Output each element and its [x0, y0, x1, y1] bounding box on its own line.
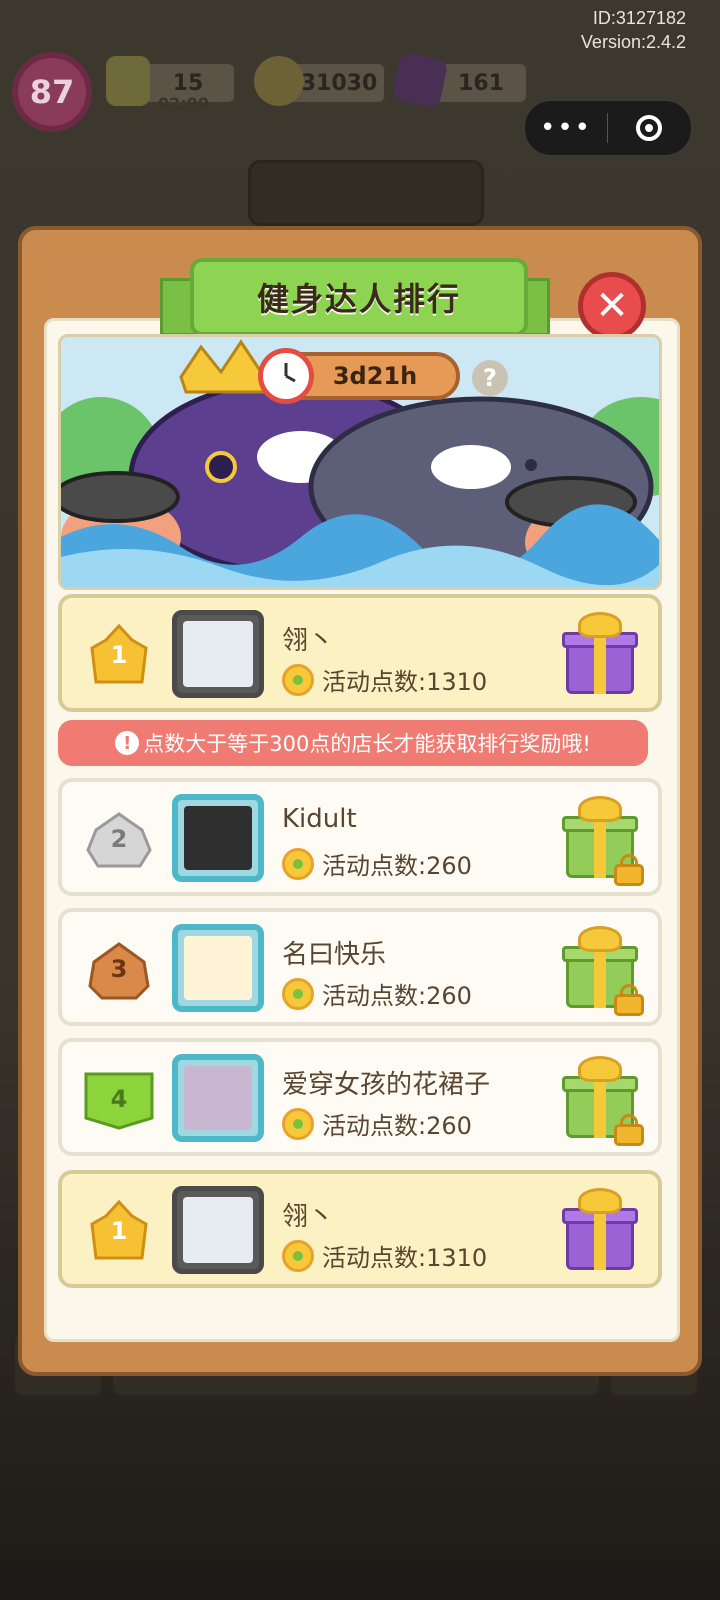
leaderboard-row-4[interactable]: 4 爱穿女孩的花裙子 活动点数:260 [58, 1038, 662, 1156]
close-button[interactable]: ✕ [578, 272, 646, 340]
miniprogram-capsule: ••• [524, 100, 692, 156]
gold-crown-badge-icon: 1 [84, 1198, 154, 1264]
activity-points: 活动点数:260 [322, 1112, 472, 1140]
purple-gift-icon[interactable] [562, 612, 638, 698]
clock-icon [258, 348, 314, 404]
lock-icon [614, 1114, 644, 1146]
exclamation-icon: ! [115, 731, 140, 755]
energy-timer: 02:00 [158, 94, 209, 113]
leaderboard-row-2[interactable]: 2 Kidult 活动点数:260 [58, 778, 662, 896]
points-row: 活动点数:1310 [282, 1238, 487, 1273]
gold-crown-badge-icon: 1 [84, 622, 154, 688]
activity-points: 活动点数:260 [322, 852, 472, 880]
level-badge: 87 [12, 52, 92, 132]
bronze-crown-badge-icon: 3 [84, 936, 154, 1002]
activity-points: 活动点数:1310 [322, 1244, 488, 1272]
points-row: 活动点数:1310 [282, 662, 487, 697]
my-rank-row[interactable]: 1 翎丶 活动点数:1310 [58, 1170, 662, 1288]
coin-icon [254, 56, 304, 106]
rank-number: 2 [110, 825, 128, 853]
title-ribbon: 健身达人排行 [190, 258, 528, 336]
avatar[interactable] [172, 924, 264, 1012]
points-row: 活动点数:260 [282, 846, 472, 881]
flower-icon [282, 977, 314, 1010]
leaderboard-row-1[interactable]: 1 翎丶 活动点数:1310 [58, 594, 662, 712]
green-gift-icon[interactable] [562, 926, 644, 1016]
coin-value: 31030 [300, 70, 378, 96]
player-name: Kidult [282, 804, 357, 834]
leaderboard-row-3[interactable]: 3 名曰快乐 活动点数:260 [58, 908, 662, 1026]
green-gift-icon[interactable] [562, 1056, 644, 1146]
exit-miniprogram-button[interactable] [608, 115, 690, 141]
help-icon[interactable]: ? [472, 360, 508, 396]
avatar[interactable] [172, 610, 264, 698]
version-label: Version:2.4.2 [580, 32, 686, 52]
rank-number: 1 [110, 1217, 128, 1245]
more-menu-button[interactable]: ••• [525, 101, 607, 155]
gem-value: 161 [458, 70, 504, 96]
energy-value: 15 [172, 70, 204, 96]
avatar[interactable] [172, 1186, 264, 1274]
purple-gift-icon[interactable] [562, 1188, 638, 1274]
avatar[interactable] [172, 794, 264, 882]
flower-icon [282, 847, 314, 880]
rank-number: 4 [110, 1085, 128, 1113]
lock-icon [614, 984, 644, 1016]
build-info: ID:3127182 Version:2.4.2 [581, 6, 686, 54]
player-name: 爱穿女孩的花裙子 [282, 1070, 491, 1100]
close-icon: ✕ [595, 283, 629, 329]
player-name: 翎丶 [282, 1202, 335, 1232]
gem-icon [391, 51, 449, 109]
points-row: 活动点数:260 [282, 1106, 472, 1141]
target-icon [636, 115, 662, 141]
rank-number: 3 [110, 955, 128, 983]
green-flag-badge-icon: 4 [84, 1066, 154, 1132]
player-id: ID:3127182 [592, 8, 686, 28]
notice-text: 点数大于等于300点的店长才能获取排行奖励哦! [143, 732, 591, 756]
player-name: 名曰快乐 [282, 940, 387, 970]
reward-requirement-notice: ! 点数大于等于300点的店长才能获取排行奖励哦! [58, 720, 648, 766]
green-gift-icon[interactable] [562, 796, 644, 886]
activity-points: 活动点数:1310 [322, 668, 488, 696]
activity-points: 活动点数:260 [322, 982, 472, 1010]
flower-icon [282, 663, 314, 696]
countdown-text: 3d21h [332, 362, 418, 390]
dialog-title: 健身达人排行 [256, 280, 461, 318]
flower-icon [282, 1107, 314, 1140]
points-row: 活动点数:260 [282, 976, 472, 1011]
avatar[interactable] [172, 1054, 264, 1142]
energy-icon [106, 56, 150, 106]
flower-icon [282, 1239, 314, 1272]
lock-icon [614, 854, 644, 886]
player-name: 翎丶 [282, 626, 335, 656]
silver-crown-badge-icon: 2 [84, 806, 154, 872]
rank-number: 1 [110, 641, 128, 669]
